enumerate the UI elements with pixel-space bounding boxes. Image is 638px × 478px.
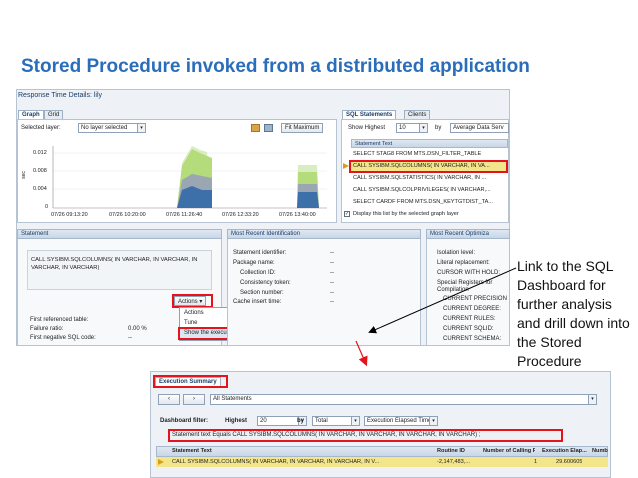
chevron-down-icon: ▾ <box>588 395 596 404</box>
chevron-down-icon: ▾ <box>351 417 359 425</box>
by-label-summary: by <box>297 418 305 424</box>
column-header[interactable]: Number of Calling P... <box>483 448 535 454</box>
column-header[interactable]: Statement Text <box>172 448 212 454</box>
column-header[interactable]: Routine ID <box>437 448 465 454</box>
breadcrumb: All Statements <box>213 396 252 402</box>
navigation-arrow <box>355 340 368 367</box>
table-cell: 29.600605 <box>556 459 583 465</box>
execution-summary-tab-callout <box>153 375 228 388</box>
highest-value: 20 <box>260 418 267 424</box>
back-button[interactable]: ‹ <box>158 394 180 405</box>
column-header[interactable]: Numb <box>592 448 608 454</box>
metric-value: Execution Elapsed Time <box>367 418 432 424</box>
column-header[interactable]: Execution Elap... <box>542 448 589 454</box>
metric-select[interactable]: Execution Elapsed Time ▾ <box>364 416 438 426</box>
pointer-arrow <box>368 267 517 334</box>
breadcrumb-select[interactable]: All Statements ▾ <box>210 394 597 405</box>
highest-label: Highest <box>225 418 248 424</box>
by-value-summary: Total <box>315 418 328 424</box>
forward-button[interactable]: › <box>183 394 205 405</box>
arrow-right-icon <box>158 459 164 465</box>
chevron-down-icon: ▾ <box>429 417 437 425</box>
by-select-summary[interactable]: Total ▾ <box>312 416 360 426</box>
filter-text-callout <box>168 429 563 442</box>
table-cell: CALL SYSIBM.SQLCOLUMNS( IN VARCHAR, IN V… <box>172 459 380 465</box>
table-cell: -2,147,483,... <box>437 459 470 465</box>
table-cell: 1 <box>534 459 538 465</box>
dashboard-filter-label: Dashboard filter: <box>160 418 209 424</box>
summary-table-header <box>156 446 608 457</box>
